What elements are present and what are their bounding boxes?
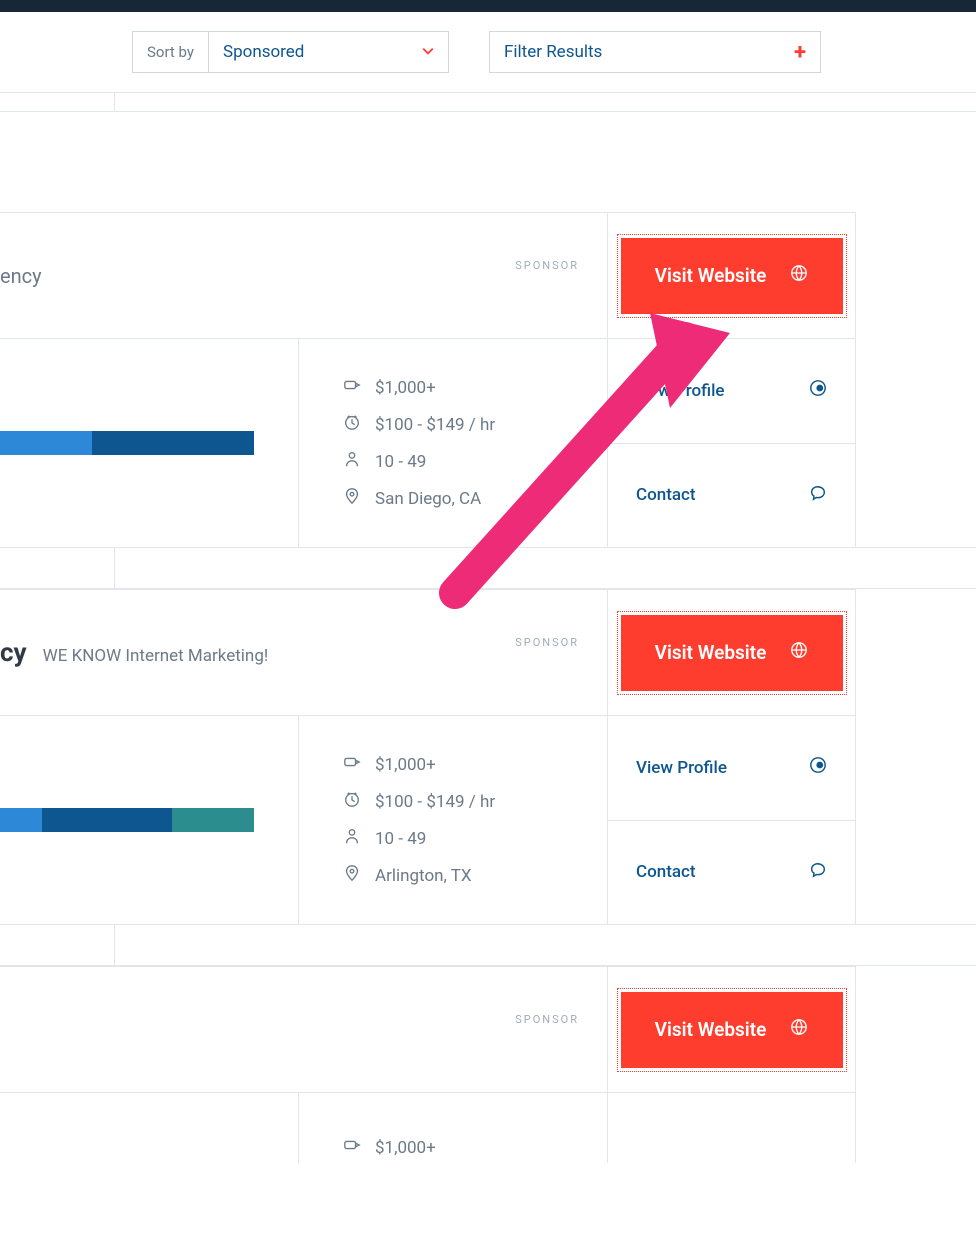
listing-body: $1,000+ <box>0 1093 855 1163</box>
listing-title-fragment: cy <box>0 638 27 668</box>
service-bar <box>0 808 254 832</box>
sponsor-label: SPONSOR <box>515 636 579 649</box>
contact-button[interactable]: Contact <box>608 820 855 925</box>
listing-head-left: cy WE KNOW Internet Marketing! SPONSOR <box>0 590 607 715</box>
visit-website-outline: Visit Website <box>617 988 847 1072</box>
listing-info: $1,000+ $100 - $149 / hr 10 - 49 San Die… <box>299 339 607 547</box>
visit-website-cell: Visit Website <box>607 590 855 715</box>
person-icon <box>343 450 361 473</box>
service-bar <box>0 431 254 455</box>
tag-icon <box>343 753 361 776</box>
info-location: San Diego, CA <box>343 487 607 510</box>
filter-select[interactable]: Filter Results + <box>489 31 821 73</box>
location-icon <box>343 864 361 887</box>
visit-website-cell: Visit Website <box>607 967 855 1092</box>
info-rate: $100 - $149 / hr <box>343 413 607 436</box>
filter-label: Filter Results <box>504 42 602 62</box>
listing-actions: w Profile Contact <box>607 339 855 547</box>
controls-bar: Sort by Sponsored Filter Results + <box>0 12 976 92</box>
globe-icon <box>790 1018 808 1041</box>
listing-head: SPONSOR Visit Website <box>0 967 855 1093</box>
visit-website-button[interactable]: Visit Website <box>621 238 843 314</box>
tag-icon <box>343 1136 361 1159</box>
divider-row <box>0 924 976 966</box>
visit-website-label: Visit Website <box>655 641 767 664</box>
bar-segment <box>0 431 92 455</box>
divider-left <box>0 925 115 965</box>
listing-title-fragment: ency <box>0 264 42 288</box>
tag-icon <box>343 376 361 399</box>
listing-chart <box>0 1093 299 1163</box>
listing-head: cy WE KNOW Internet Marketing! SPONSOR V… <box>0 590 855 716</box>
listing-chart <box>0 339 299 547</box>
sponsor-label: SPONSOR <box>515 1013 579 1026</box>
listing-actions: View Profile Contact <box>607 716 855 924</box>
visit-website-button[interactable]: Visit Website <box>621 615 843 691</box>
listing-info: $1,000+ <box>299 1093 607 1163</box>
listing-head-left: SPONSOR <box>0 967 607 1092</box>
bar-segment <box>0 808 42 832</box>
person-icon <box>343 827 361 850</box>
visit-website-outline: Visit Website <box>617 611 847 695</box>
info-rate: $100 - $149 / hr <box>343 790 607 813</box>
listing-card: SPONSOR Visit Website $1,000+ <box>0 966 856 1163</box>
visit-website-cell: Visit Website <box>607 213 855 338</box>
listing-body: $1,000+ $100 - $149 / hr 10 - 49 San Die… <box>0 339 855 547</box>
visit-website-label: Visit Website <box>655 264 767 287</box>
bar-segment <box>92 431 254 455</box>
location-icon <box>343 487 361 510</box>
globe-icon <box>790 641 808 664</box>
listing-head-left: ency SPONSOR <box>0 213 607 338</box>
listing-card: cy WE KNOW Internet Marketing! SPONSOR V… <box>0 589 856 924</box>
visit-website-label: Visit Website <box>655 1018 767 1041</box>
info-employees: 10 - 49 <box>343 450 607 473</box>
sort-value: Sponsored <box>223 42 304 62</box>
top-nav-bar <box>0 0 976 12</box>
info-budget: $1,000+ <box>343 753 607 776</box>
sort-select[interactable]: Sponsored <box>208 32 448 72</box>
listing-head: ency SPONSOR Visit Website <box>0 213 855 339</box>
visit-website-outline: Visit Website <box>617 234 847 318</box>
divider-row <box>0 92 976 112</box>
clock-icon <box>343 790 361 813</box>
info-employees: 10 - 49 <box>343 827 607 850</box>
bar-segment <box>42 808 172 832</box>
bar-segment <box>172 808 254 832</box>
chat-icon <box>809 861 827 884</box>
visit-website-button[interactable]: Visit Website <box>621 992 843 1068</box>
listing-info: $1,000+ $100 - $149 / hr 10 - 49 Arlingt… <box>299 716 607 924</box>
listing-tagline: WE KNOW Internet Marketing! <box>43 646 269 666</box>
profile-icon <box>809 756 827 779</box>
sponsor-label: SPONSOR <box>515 259 579 272</box>
info-budget: $1,000+ <box>343 1136 607 1159</box>
divider-row <box>0 547 976 589</box>
divider-left <box>0 548 115 588</box>
divider-left <box>0 93 115 111</box>
sort-group: Sort by Sponsored <box>132 31 449 73</box>
chat-icon <box>809 484 827 507</box>
view-profile-button[interactable]: w Profile <box>608 339 855 443</box>
listing-body: $1,000+ $100 - $149 / hr 10 - 49 Arlingt… <box>0 716 855 924</box>
sort-label: Sort by <box>133 43 208 61</box>
profile-icon <box>809 379 827 402</box>
chevron-down-icon <box>422 42 434 62</box>
listing-card: ency SPONSOR Visit Website <box>0 212 856 547</box>
listing-chart <box>0 716 299 924</box>
info-budget: $1,000+ <box>343 376 607 399</box>
plus-icon: + <box>794 40 806 65</box>
globe-icon <box>790 264 808 287</box>
clock-icon <box>343 413 361 436</box>
info-location: Arlington, TX <box>343 864 607 887</box>
listing-actions <box>607 1093 855 1163</box>
view-profile-button[interactable]: View Profile <box>608 716 855 820</box>
contact-button[interactable]: Contact <box>608 443 855 548</box>
